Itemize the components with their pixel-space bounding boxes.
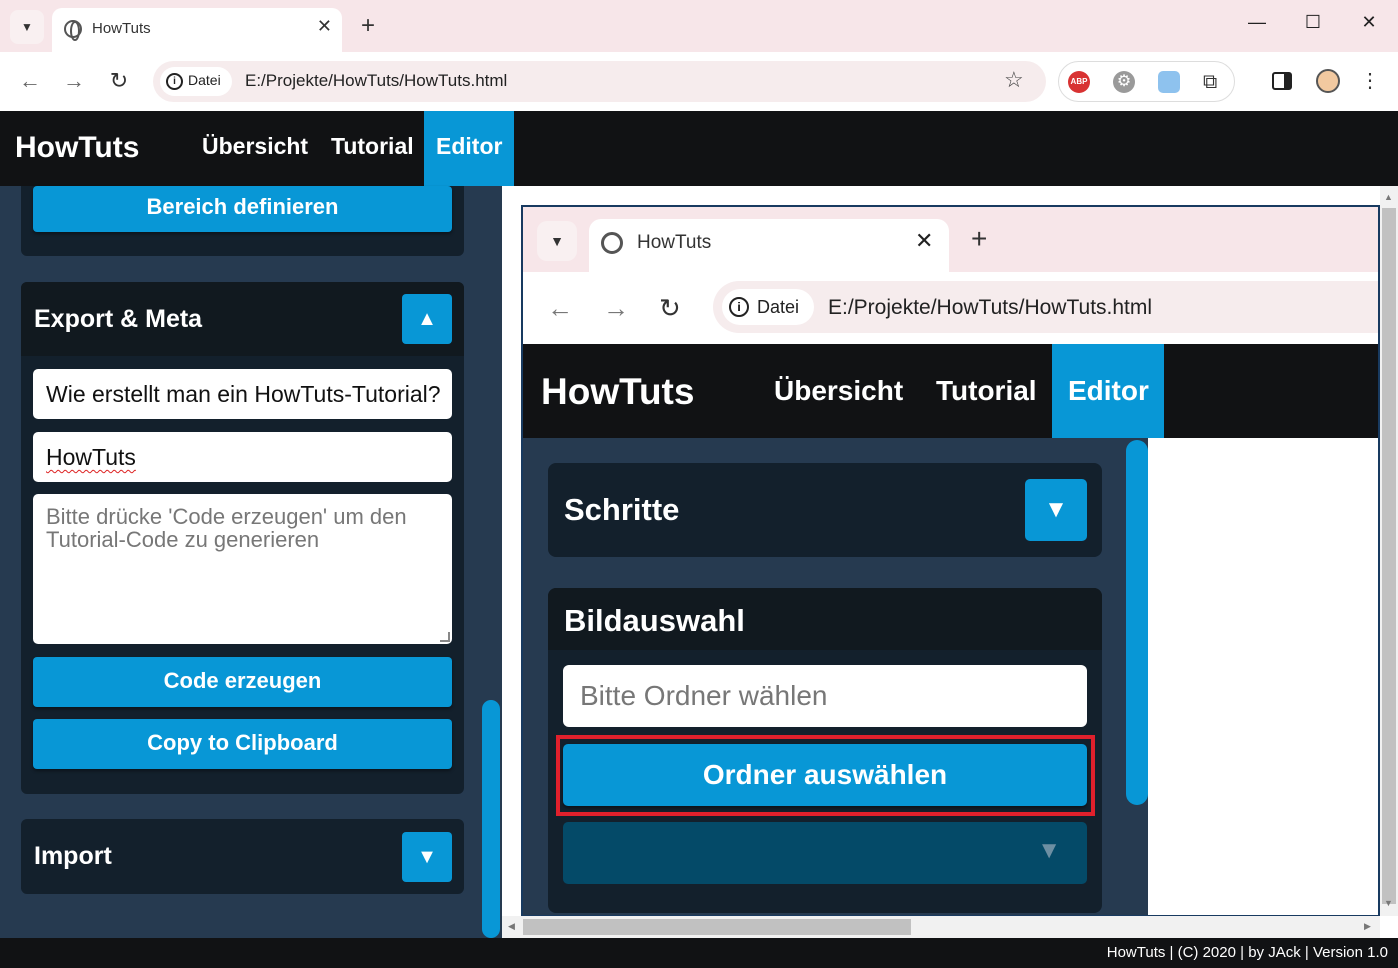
puzzle-icon[interactable]: ⧉ [1203,71,1225,93]
vertical-scroll-thumb[interactable] [1382,208,1396,904]
app-brand[interactable]: HowTuts [15,131,139,165]
new-tab-button[interactable]: + [355,12,381,40]
embedded-nav-uebersicht: Übersicht [774,375,904,406]
scroll-down-arrow-icon[interactable]: ▼ [1384,898,1393,908]
chevron-down-icon: ▼ [21,20,33,34]
embedded-folder-input: Bitte Ordner wählen [563,665,1087,727]
embedded-triangle-down-icon: ▼ [1025,479,1087,541]
embedded-globe-icon [601,232,623,254]
menu-kebab-icon[interactable]: ⋮ [1360,68,1380,93]
browser-tab[interactable]: HowTuts ✕ [52,8,342,52]
nav-link-editor[interactable]: Editor [436,133,502,160]
embedded-chevron-down-icon: ▼ [537,221,577,261]
close-window-button[interactable]: ✕ [1346,12,1392,33]
info-icon: i [166,73,183,90]
url-text[interactable]: E:/Projekte/HowTuts/HowTuts.html [245,71,507,91]
define-area-button[interactable]: Bereich definieren [33,186,452,232]
import-title: Import [34,842,112,870]
embedded-nav-tutorial: Tutorial [936,375,1037,406]
embedded-brand: HowTuts [541,371,695,412]
collapse-export-button[interactable]: ▲ [402,294,452,344]
gear-extension-icon[interactable]: ⚙ [1113,71,1135,93]
forward-arrow-icon[interactable]: → [59,66,89,96]
embedded-url-text: E:/Projekte/HowTuts/HowTuts.html [828,296,1153,319]
nav-link-tutorial[interactable]: Tutorial [331,133,414,160]
site-info-chip[interactable]: i Datei [160,67,232,96]
embedded-browser-tab: HowTuts ✕ [589,219,949,272]
globe-icon [64,20,82,41]
author-input[interactable]: HowTuts [33,432,452,482]
app-footer: HowTuts | (C) 2020 | by JAck | Version 1… [0,938,1398,968]
embedded-back-icon: ← [547,293,573,323]
footer-text: HowTuts | (C) 2020 | by JAck | Version 1… [1106,944,1388,961]
embedded-reload-icon: ↻ [659,293,681,323]
expand-import-button[interactable]: ▼ [402,832,452,882]
tab-close-icon[interactable]: ✕ [317,16,332,37]
copy-to-clipboard-button[interactable]: Copy to Clipboard [33,719,452,769]
adblock-extension-icon[interactable]: ABP [1068,71,1090,93]
embedded-dropdown: ▼ [563,822,1087,884]
horizontal-scroll-thumb[interactable] [523,919,911,935]
screen: ▼ HowTuts ✕ + — ☐ ✕ ← → ↻ i Datei E:/Pro… [0,0,1398,968]
side-panel-icon[interactable] [1272,72,1292,90]
tab-search-button[interactable]: ▼ [10,10,44,44]
embedded-steps-title: Schritte [564,492,680,527]
textarea-resize-handle[interactable] [440,632,450,642]
embedded-nav-editor: Editor [1068,375,1149,406]
tab-title: HowTuts [92,20,151,37]
embedded-tab-title: HowTuts [637,232,712,253]
bookmark-star-icon[interactable]: ☆ [1004,67,1024,93]
triangle-up-icon: ▲ [417,308,437,330]
scroll-right-arrow-icon[interactable]: ▶ [1364,921,1371,932]
triangle-down-icon: ▼ [417,846,437,868]
scroll-left-arrow-icon[interactable]: ◀ [508,921,515,932]
embedded-plus-icon: + [971,223,988,254]
site-chip-label: Datei [188,72,221,88]
embedded-close-icon: ✕ [915,228,934,253]
generate-code-button[interactable]: Code erzeugen [33,657,452,707]
page-vertical-scrollbar[interactable]: ▲ ▼ [1380,186,1398,916]
embedded-site-chip: i Datei [722,289,814,325]
cloud-extension-icon[interactable] [1158,71,1180,93]
nav-link-uebersicht[interactable]: Übersicht [202,133,308,160]
embedded-scrollbar [1126,440,1148,805]
minimize-button[interactable]: — [1234,12,1280,33]
tutorial-title-input[interactable]: Wie erstellt man ein HowTuts-Tutorial? [33,369,452,419]
profile-avatar[interactable] [1316,69,1340,93]
maximize-button[interactable]: ☐ [1290,12,1336,33]
code-output-textarea[interactable]: Bitte drücke 'Code erzeugen' um den Tuto… [33,494,452,644]
embedded-canvas [1148,438,1378,915]
page-horizontal-scrollbar[interactable]: ◀ ▶ [502,916,1380,938]
back-arrow-icon[interactable]: ← [15,66,45,96]
scroll-up-arrow-icon[interactable]: ▲ [1384,192,1393,202]
embedded-info-icon: i [729,297,749,317]
embedded-image-select-title: Bildauswahl [564,603,745,638]
highlight-box [556,735,1095,816]
sidebar-scrollbar[interactable] [482,700,500,938]
reload-icon[interactable]: ↻ [104,66,134,96]
embedded-site-chip-label: Datei [757,297,800,317]
embedded-dropdown-arrow-icon: ▼ [1037,837,1061,864]
export-meta-title: Export & Meta [34,305,203,333]
embedded-forward-icon: → [603,293,629,323]
